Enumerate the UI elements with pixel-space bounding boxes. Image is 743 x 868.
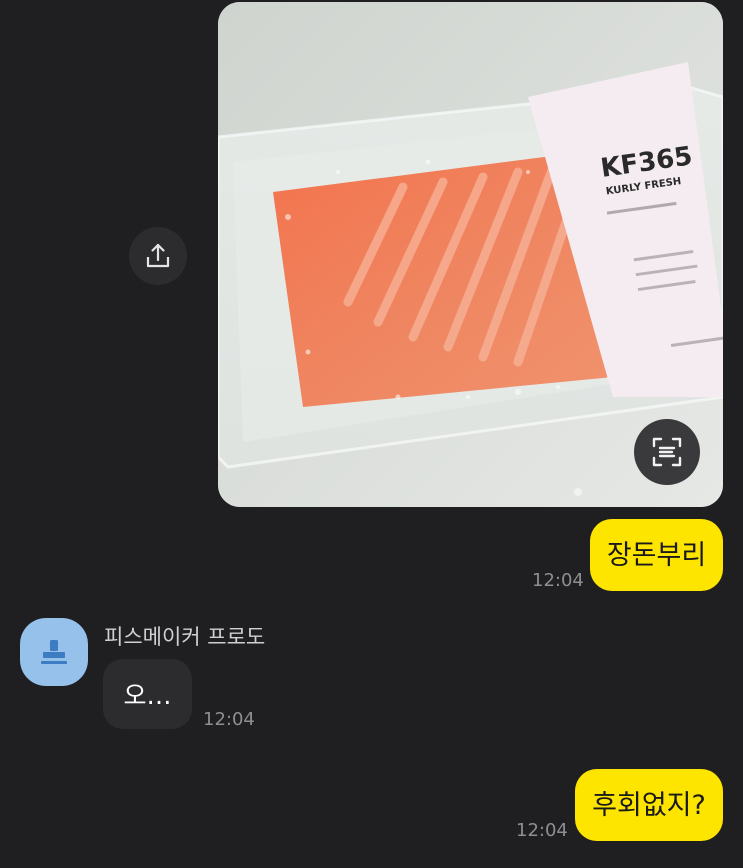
default-profile-icon bbox=[41, 640, 67, 664]
message-time: 12:04 bbox=[516, 820, 568, 841]
friend-message-bubble[interactable]: 오… bbox=[103, 659, 192, 729]
photo-message[interactable]: KF365 KURLY FRESH bbox=[218, 2, 723, 507]
message-time: 12:04 bbox=[532, 570, 584, 591]
text-scan-button[interactable] bbox=[634, 419, 700, 485]
my-message-bubble[interactable]: 후회없지? bbox=[575, 769, 723, 841]
text-scan-icon bbox=[652, 437, 682, 467]
avatar[interactable] bbox=[20, 618, 88, 686]
share-icon bbox=[146, 243, 170, 268]
my-message-bubble[interactable]: 장돈부리 bbox=[590, 519, 723, 591]
sender-name: 피스메이커 프로도 bbox=[104, 625, 266, 649]
message-time: 12:04 bbox=[203, 709, 255, 730]
share-button[interactable] bbox=[129, 227, 187, 285]
